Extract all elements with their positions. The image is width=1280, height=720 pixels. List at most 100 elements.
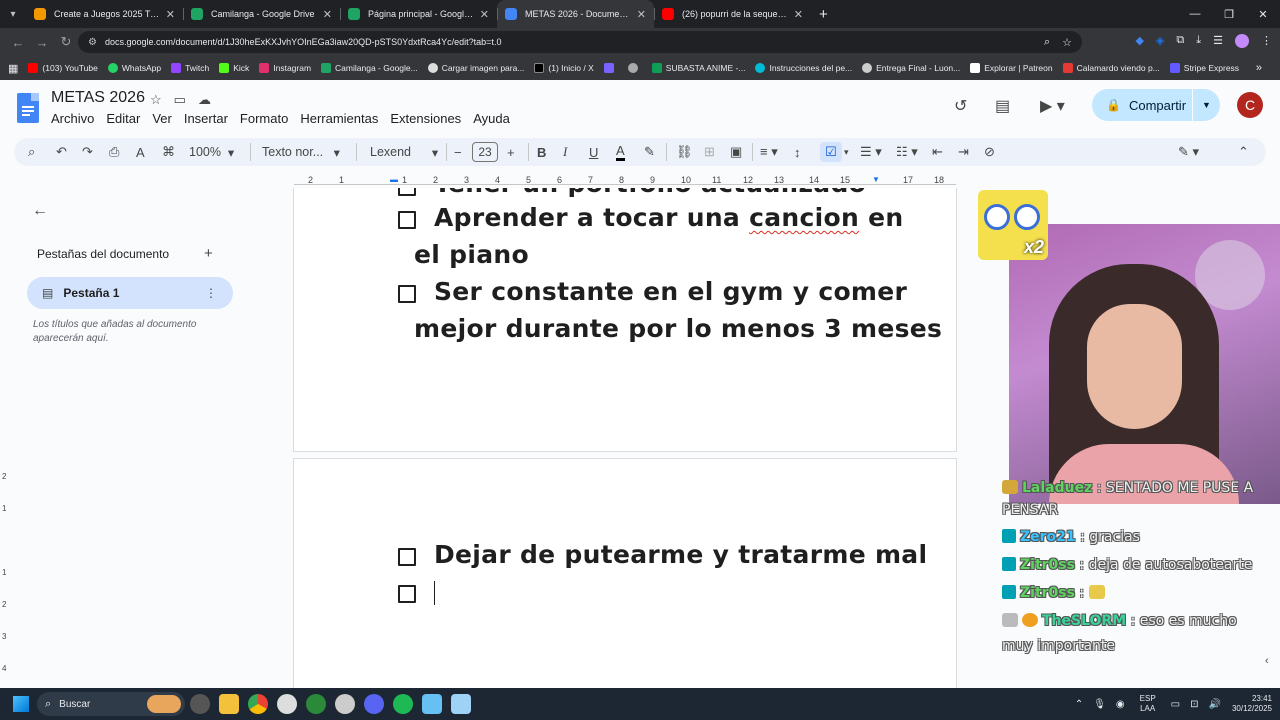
paint-format-icon[interactable]: ⌘ <box>162 143 175 161</box>
move-folder-icon[interactable]: ▭ <box>174 92 186 108</box>
extensions-puzzle-icon[interactable]: ⧉ <box>1176 34 1184 48</box>
search-menus-icon[interactable]: ⌕ <box>28 143 35 161</box>
chatgpt-app-icon[interactable] <box>190 694 210 714</box>
share-dropdown-icon[interactable]: ▼ <box>1192 89 1220 121</box>
checkbox[interactable] <box>398 285 416 303</box>
more-bookmarks-icon[interactable]: » <box>1256 62 1262 74</box>
bookmark-item[interactable]: Camilanga - Google... <box>321 63 418 73</box>
bookmark-star-icon[interactable]: ☆ <box>1062 36 1072 49</box>
document-title[interactable]: METAS 2026 <box>51 89 145 107</box>
share-button[interactable]: 🔒 Compartir ▼ <box>1092 89 1220 121</box>
left-indent-marker[interactable]: ▬ <box>390 175 398 184</box>
bulleted-list-icon[interactable]: ☰ ▾ <box>860 143 882 161</box>
profile-avatar[interactable] <box>1235 34 1249 48</box>
show-hidden-icons[interactable]: ⌃ <box>1075 699 1083 710</box>
zoom-icon[interactable]: ⌕ <box>1044 36 1050 49</box>
bookmark-item[interactable]: Instrucciones del pe... <box>755 63 852 73</box>
document-page[interactable]: Tener un portfolio actualizado Aprender … <box>293 188 957 452</box>
close-tab-icon[interactable]: ✕ <box>166 8 175 21</box>
numbered-list-icon[interactable]: ☷ ▾ <box>896 143 918 161</box>
menu-ayuda[interactable]: Ayuda <box>473 111 510 126</box>
url-bar[interactable]: ⚙ docs.google.com/document/d/1J30heExKXJ… <box>78 31 1082 53</box>
zoom-select[interactable]: 100% ▾ <box>189 143 234 161</box>
style-select[interactable]: Texto nor... ▾ <box>262 143 340 161</box>
menu-ver[interactable]: Ver <box>152 111 172 126</box>
font-size-input[interactable]: 23 <box>472 142 498 162</box>
checkbox[interactable] <box>398 188 416 196</box>
site-info-icon[interactable]: ⚙ <box>88 37 97 48</box>
misspelled-word[interactable]: cancion <box>749 203 859 232</box>
bookmark-item[interactable]: Stripe Express <box>1169 63 1239 73</box>
bookmark-item[interactable]: (103) YouTube <box>28 63 98 73</box>
volume-icon[interactable]: 🔊 <box>1209 699 1221 710</box>
tab-options-icon[interactable]: ⋮ <box>205 286 217 300</box>
browser-tab[interactable]: Camilanga - Google Drive ✕ <box>183 0 340 28</box>
spotify-icon[interactable] <box>393 694 413 714</box>
close-tab-icon[interactable]: ✕ <box>480 8 489 21</box>
microphone-icon[interactable]: 🎙 <box>1093 699 1106 710</box>
browser-tab[interactable]: Create a Juegos 2025 Tier List - ✕ <box>26 0 183 28</box>
text-color-icon[interactable]: A <box>616 143 625 161</box>
browser-tab[interactable]: Página principal - Google Drive ✕ <box>340 0 497 28</box>
comments-icon[interactable]: ▤ <box>995 96 1010 116</box>
spellcheck-icon[interactable]: A <box>136 143 145 161</box>
bold-icon[interactable]: B <box>537 143 546 161</box>
add-comment-icon[interactable]: ⊞ <box>704 143 715 161</box>
download-icon[interactable]: ⤓ <box>1196 34 1201 48</box>
xbox-app-icon[interactable] <box>306 694 326 714</box>
chrome-icon[interactable] <box>248 694 268 714</box>
bookmark-item[interactable]: (1) Inicio / X <box>534 63 594 73</box>
underline-icon[interactable]: U <box>589 143 598 161</box>
bookmark-item[interactable]: Entrega Final - Luon... <box>862 63 960 73</box>
horizontal-ruler[interactable]: 2 1 ▬ 1 2 3 4 5 6 7 8 9 10 11 12 13 14 1… <box>294 172 956 188</box>
close-window-icon[interactable]: ✕ <box>1246 0 1280 28</box>
checklist-icon[interactable]: ☑ <box>820 142 842 162</box>
italic-icon[interactable]: I <box>563 143 567 161</box>
menu-insertar[interactable]: Insertar <box>184 111 228 126</box>
print-icon[interactable]: ⎙ <box>109 143 119 161</box>
collapse-side-panel-icon[interactable]: ‹ <box>1265 655 1269 667</box>
input-language[interactable]: ESP LAA <box>1140 694 1156 714</box>
link-icon[interactable]: ⛓ <box>676 143 693 161</box>
bookmark-item[interactable]: Twitch <box>171 63 209 73</box>
steam-icon[interactable] <box>422 694 442 714</box>
browser-menu-icon[interactable]: ⋮ <box>1261 34 1272 48</box>
meet-icon[interactable]: ▶ ▾ <box>1040 96 1065 116</box>
back-icon[interactable]: ← <box>6 35 30 50</box>
clear-formatting-icon[interactable]: ⊘ <box>984 143 995 161</box>
forward-icon[interactable]: → <box>30 35 54 50</box>
browser-tab-active[interactable]: METAS 2026 - Documentos de ✕ <box>497 0 654 28</box>
hide-menus-icon[interactable]: ⌃ <box>1238 143 1249 161</box>
bookmark-item[interactable]: Cargar imagen para... <box>427 63 524 73</box>
tab-search-icon[interactable]: ▾ <box>0 0 26 28</box>
restore-icon[interactable]: ❐ <box>1212 0 1246 28</box>
close-tab-icon[interactable]: ✕ <box>637 8 646 21</box>
right-indent-marker[interactable]: ▼ <box>872 175 880 184</box>
clock[interactable]: 23:41 30/12/2025 <box>1232 694 1272 714</box>
checkbox[interactable] <box>398 211 416 229</box>
bookmark-item[interactable]: Explorar | Patreon <box>970 63 1053 73</box>
close-tab-icon[interactable]: ✕ <box>323 8 332 21</box>
editing-mode-icon[interactable]: ✎ ▾ <box>1178 143 1199 161</box>
file-explorer-icon[interactable] <box>219 694 239 714</box>
windows-start-icon[interactable] <box>13 696 29 712</box>
document-tab-1[interactable]: ▤ Pestaña 1 ⋮ <box>27 277 233 309</box>
version-history-icon[interactable]: ↺ <box>954 96 967 116</box>
minimize-icon[interactable]: — <box>1178 0 1212 28</box>
line-spacing-icon[interactable]: ↕ <box>794 143 801 161</box>
checklist-dropdown-icon[interactable]: ▾ <box>844 143 849 161</box>
notepad-icon[interactable] <box>451 694 471 714</box>
decrease-font-icon[interactable]: − <box>454 143 462 161</box>
steam-like-icon[interactable] <box>335 694 355 714</box>
bookmark-item[interactable]: Kick <box>219 63 249 73</box>
star-icon[interactable]: ☆ <box>150 92 162 108</box>
menu-formato[interactable]: Formato <box>240 111 288 126</box>
reading-list-icon[interactable]: ☰ <box>1213 34 1223 48</box>
undo-icon[interactable]: ↶ <box>56 143 67 161</box>
new-tab-button[interactable]: + <box>819 6 828 23</box>
taskbar-search[interactable]: ⌕ Buscar <box>37 692 185 716</box>
bookmark-item[interactable]: Instagram <box>259 63 311 73</box>
checkbox[interactable] <box>398 548 416 566</box>
decrease-indent-icon[interactable]: ⇤ <box>932 143 943 161</box>
extension-icon[interactable]: ◈ <box>1156 34 1164 48</box>
